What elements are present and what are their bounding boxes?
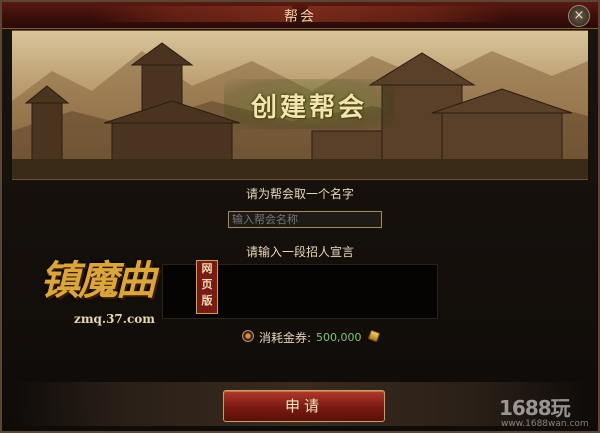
cost-radio[interactable] bbox=[242, 330, 254, 342]
gold-ticket-icon bbox=[367, 329, 381, 343]
close-button[interactable]: × bbox=[568, 5, 590, 27]
guild-banner: 创建帮会 bbox=[12, 30, 588, 180]
banner-title: 创建帮会 bbox=[250, 93, 367, 123]
game-logo: 镇魔曲 网页版 zmq.37.com bbox=[40, 246, 220, 332]
watermark-url: www.1688wan.com bbox=[501, 419, 589, 429]
create-guild-dialog: 帮会 × 创建帮会 请为帮会取一个名字 输入帮会名称 请输入一段招人宣言 镇魔曲… bbox=[0, 0, 600, 433]
logo-name: 镇魔曲 bbox=[40, 257, 156, 304]
dialog-titlebar: 帮会 × bbox=[2, 2, 598, 29]
guild-name-input[interactable] bbox=[228, 211, 382, 228]
cost-value: 500,000 bbox=[316, 331, 362, 344]
cost-label: 消耗金券: bbox=[259, 331, 312, 345]
guild-name-prompt: 请为帮会取一个名字 bbox=[245, 187, 354, 201]
dialog-title: 帮会 bbox=[284, 9, 316, 25]
banner-title-plaque: 创建帮会 bbox=[224, 79, 394, 129]
watermark-brand: 1688玩 bbox=[499, 396, 571, 420]
site-watermark: 1688玩 www.1688wan.com bbox=[499, 392, 599, 432]
logo-url: zmq.37.com bbox=[74, 312, 155, 326]
apply-button[interactable]: 申请 bbox=[223, 390, 385, 422]
logo-stamp: 网页版 bbox=[196, 260, 218, 314]
